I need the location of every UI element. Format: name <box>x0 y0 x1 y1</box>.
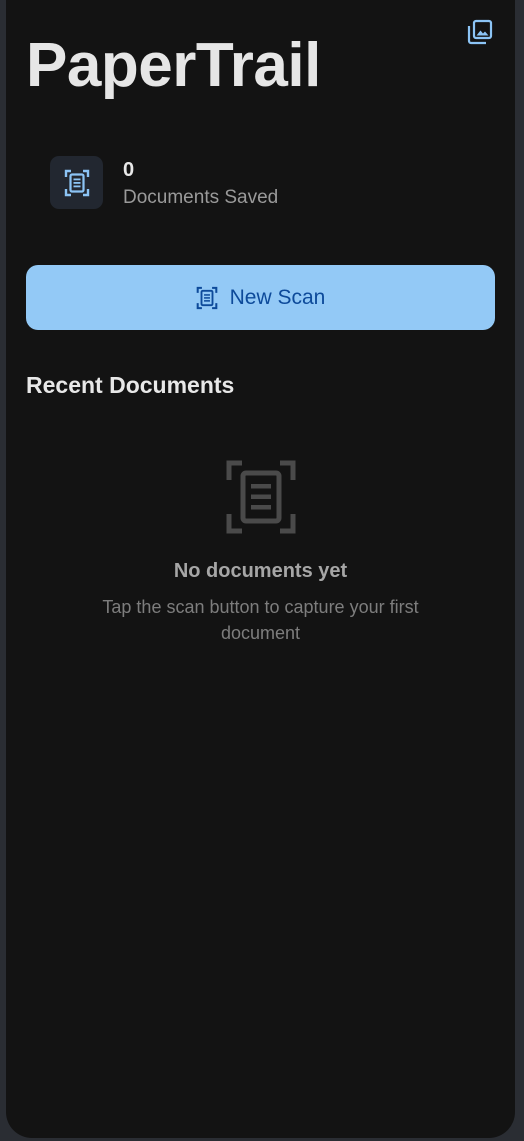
gallery-button[interactable] <box>466 18 494 46</box>
app-title: PaperTrail <box>26 31 321 100</box>
document-scanner-icon <box>196 286 217 309</box>
empty-state-subtitle: Tap the scan button to capture your firs… <box>102 597 419 643</box>
document-scanner-icon <box>64 169 89 196</box>
recent-documents-heading: Recent Documents <box>26 372 235 398</box>
stats-icon-container <box>50 156 103 209</box>
new-scan-label: New Scan <box>229 285 326 309</box>
new-scan-button[interactable]: New Scan <box>26 265 495 330</box>
documents-saved-label: Documents Saved <box>123 187 279 208</box>
documents-count: 0 <box>123 159 135 181</box>
photo-library-icon <box>467 19 493 45</box>
empty-state-title: No documents yet <box>173 560 348 582</box>
empty-state-document-icon <box>226 460 296 534</box>
app-screen: PaperTrail 0 Documents Saved New Scan Re… <box>6 0 515 1138</box>
documents-saved-stat: 0 Documents Saved <box>50 156 310 212</box>
